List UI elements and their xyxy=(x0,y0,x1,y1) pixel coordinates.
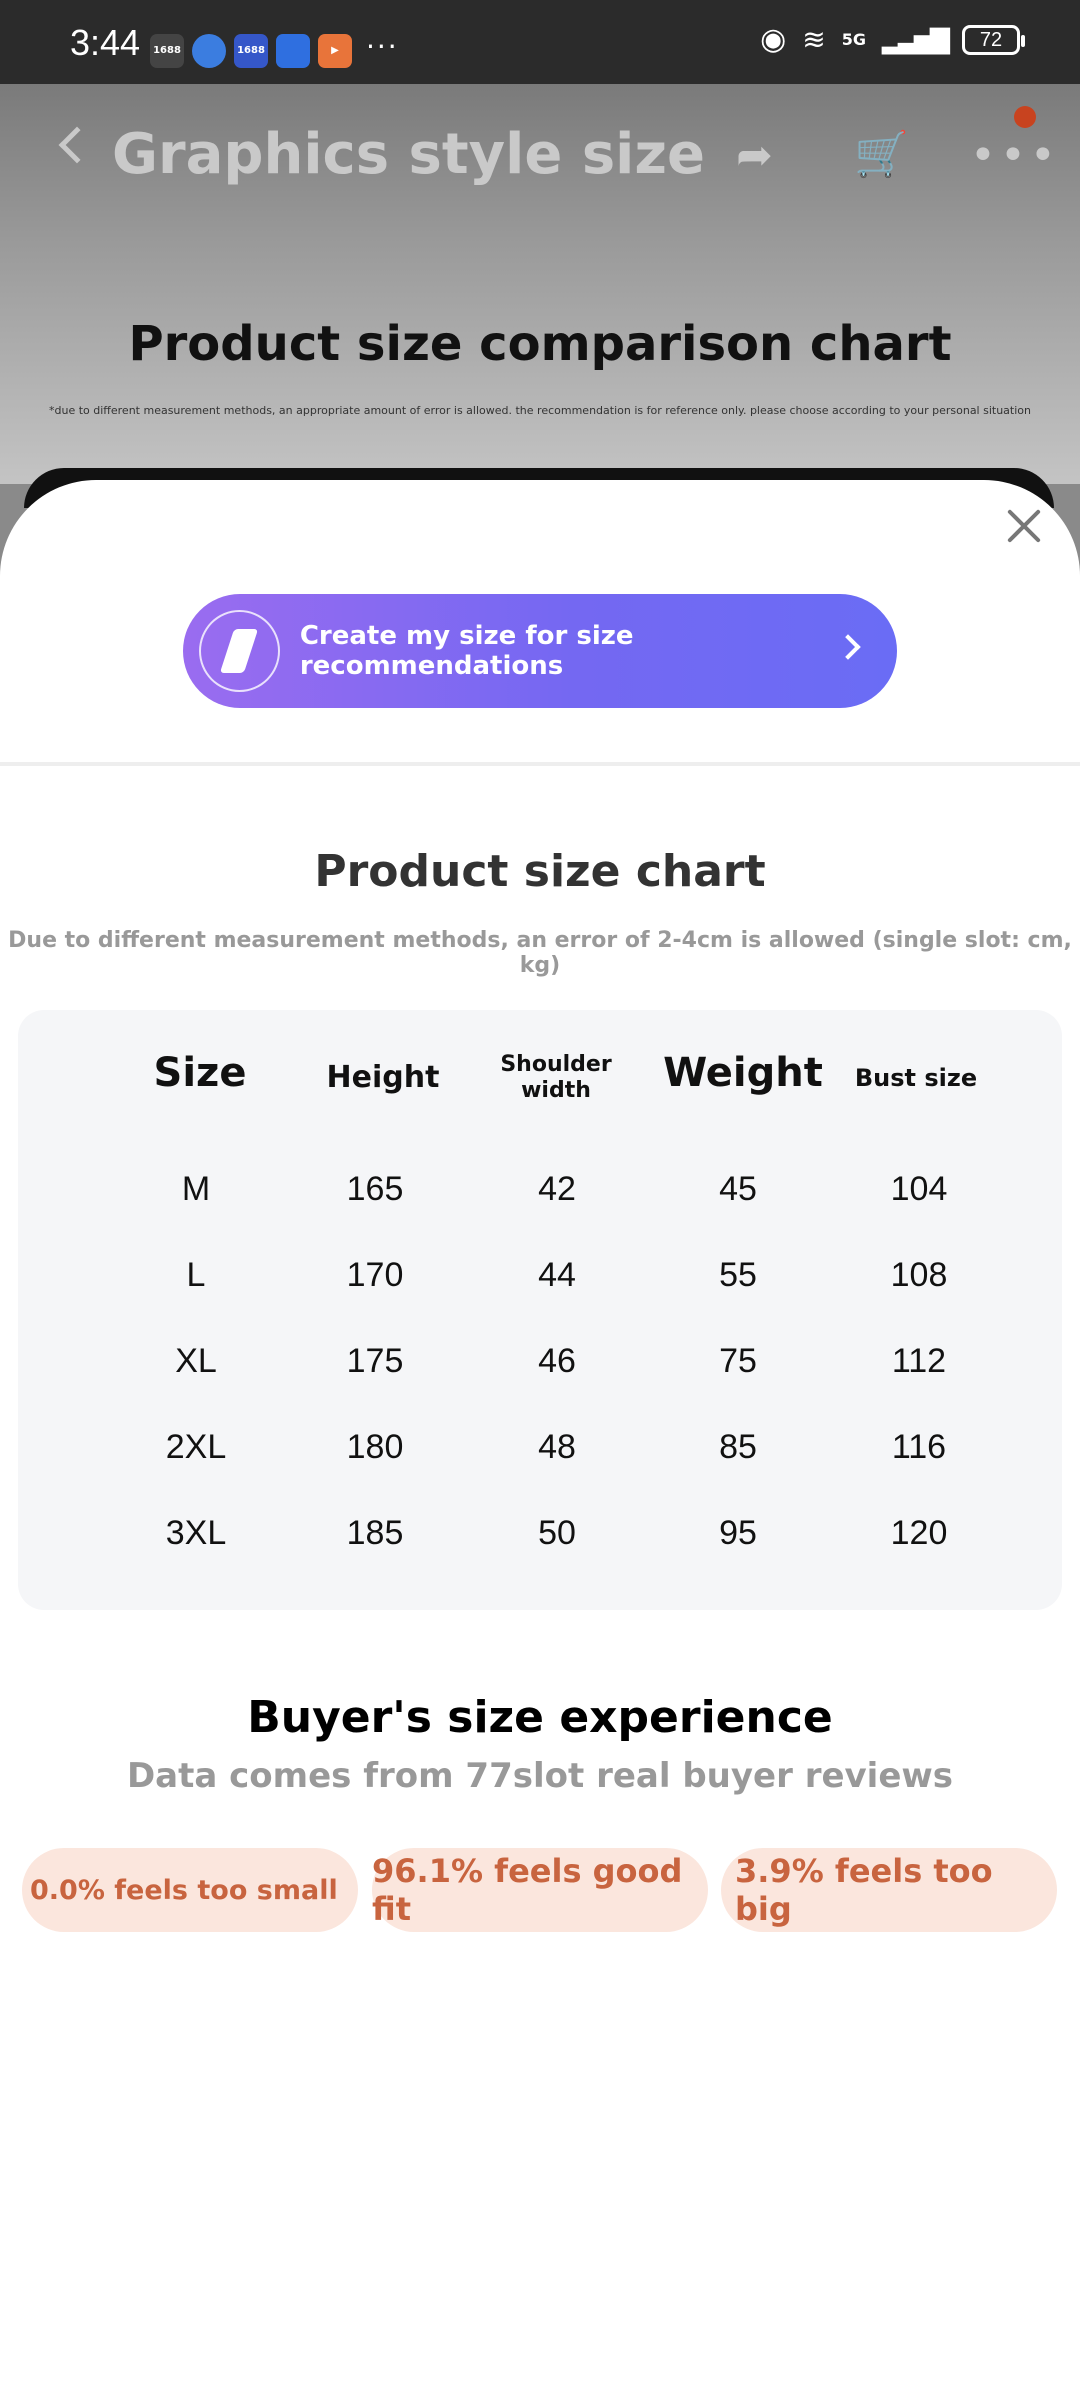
background-heading: Product size comparison chart xyxy=(128,316,952,372)
table-cell: 46 xyxy=(538,1342,576,1380)
experience-title: Buyer's size experience xyxy=(247,1692,833,1743)
table-cell: 42 xyxy=(538,1170,576,1208)
table-cell: 180 xyxy=(346,1428,404,1466)
share-icon[interactable]: ➦ xyxy=(736,130,773,181)
create-my-size-button[interactable]: Create my size for size recommendations xyxy=(183,594,897,708)
app-1688-icon: 1688 xyxy=(150,34,184,68)
size-table: Size Height Shoulder width Weight Bust s… xyxy=(18,1010,1062,1610)
browser-icon xyxy=(192,34,226,68)
table-header-bust-size: Bust size xyxy=(854,1064,978,1092)
signal-icon: ▂▃▅▇ xyxy=(882,24,950,55)
cart-icon[interactable]: 🛒 xyxy=(854,128,909,180)
table-header-height: Height xyxy=(326,1060,440,1095)
table-cell: 116 xyxy=(891,1428,947,1466)
status-time: 3:44 xyxy=(70,22,141,63)
background-note: *due to different measurement methods, a… xyxy=(49,404,1031,417)
experience-subtitle: Data comes from 77slot real buyer review… xyxy=(126,1756,954,1796)
table-cell: 120 xyxy=(890,1514,948,1552)
wifi-icon: ≋ xyxy=(802,23,826,56)
notification-dot xyxy=(1014,106,1036,128)
table-cell: 85 xyxy=(719,1428,757,1466)
table-cell: 75 xyxy=(719,1342,757,1380)
table-header-size: Size xyxy=(153,1050,247,1096)
size-chart-title: Product size chart xyxy=(314,846,766,897)
table-cell: 44 xyxy=(538,1256,576,1294)
play-icon: ▶ xyxy=(318,34,352,68)
table-cell: 104 xyxy=(890,1170,948,1208)
table-cell: 185 xyxy=(346,1514,404,1552)
table-cell: 48 xyxy=(538,1428,576,1466)
table-cell: 55 xyxy=(719,1256,757,1294)
app-icon xyxy=(276,34,310,68)
eye-icon: ◉ xyxy=(760,22,787,57)
status-bar: 3:44 1688 1688 ▶ ··· ◉ ≋ 5G ▂▃▅▇ 72 xyxy=(0,0,1080,84)
battery-icon: 72 xyxy=(962,24,1025,55)
fit-pill-good-fit: 96.1% feels good fit xyxy=(372,1848,708,1932)
table-cell: 175 xyxy=(346,1342,404,1380)
table-cell: 112 xyxy=(891,1342,947,1380)
table-cell: 50 xyxy=(538,1514,576,1552)
table-cell: M xyxy=(181,1170,211,1208)
app-1688-icon: 1688 xyxy=(234,34,268,68)
lightning-icon xyxy=(199,610,280,692)
divider xyxy=(0,762,1080,766)
table-cell: 45 xyxy=(719,1170,757,1208)
create-my-size-label: Create my size for size recommendations xyxy=(299,621,634,681)
table-header-weight: Weight xyxy=(663,1050,823,1096)
back-chevron-icon[interactable] xyxy=(58,126,96,164)
size-chart-sheet: Create my size for size recommendations … xyxy=(0,480,1080,2400)
network-type: 5G xyxy=(841,30,867,49)
table-cell: 170 xyxy=(346,1256,404,1294)
fit-pill-too-small: 0.0% feels too small xyxy=(22,1848,358,1932)
more-icon[interactable]: ••• xyxy=(970,130,1060,181)
status-indicators: ◉ ≋ 5G ▂▃▅▇ 72 xyxy=(760,22,1025,57)
table-cell: 108 xyxy=(890,1256,948,1294)
status-more-icon: ··· xyxy=(366,30,399,63)
size-chart-subtitle: Due to different measurement methods, an… xyxy=(8,928,1072,978)
background-page: Graphics style size ➦ 🛒 ••• Product size… xyxy=(0,84,1080,508)
fit-pill-too-big: 3.9% feels too big xyxy=(721,1848,1057,1932)
table-cell: 95 xyxy=(719,1514,757,1552)
table-cell: 3XL xyxy=(165,1514,227,1552)
table-cell: XL xyxy=(175,1342,217,1380)
close-icon[interactable] xyxy=(1006,508,1042,544)
table-cell: 2XL xyxy=(165,1428,227,1466)
table-header-shoulder-width: Shoulder width xyxy=(500,1052,612,1103)
page-title: Graphics style size xyxy=(112,122,705,187)
table-cell: L xyxy=(186,1256,206,1294)
table-cell: 165 xyxy=(346,1170,404,1208)
